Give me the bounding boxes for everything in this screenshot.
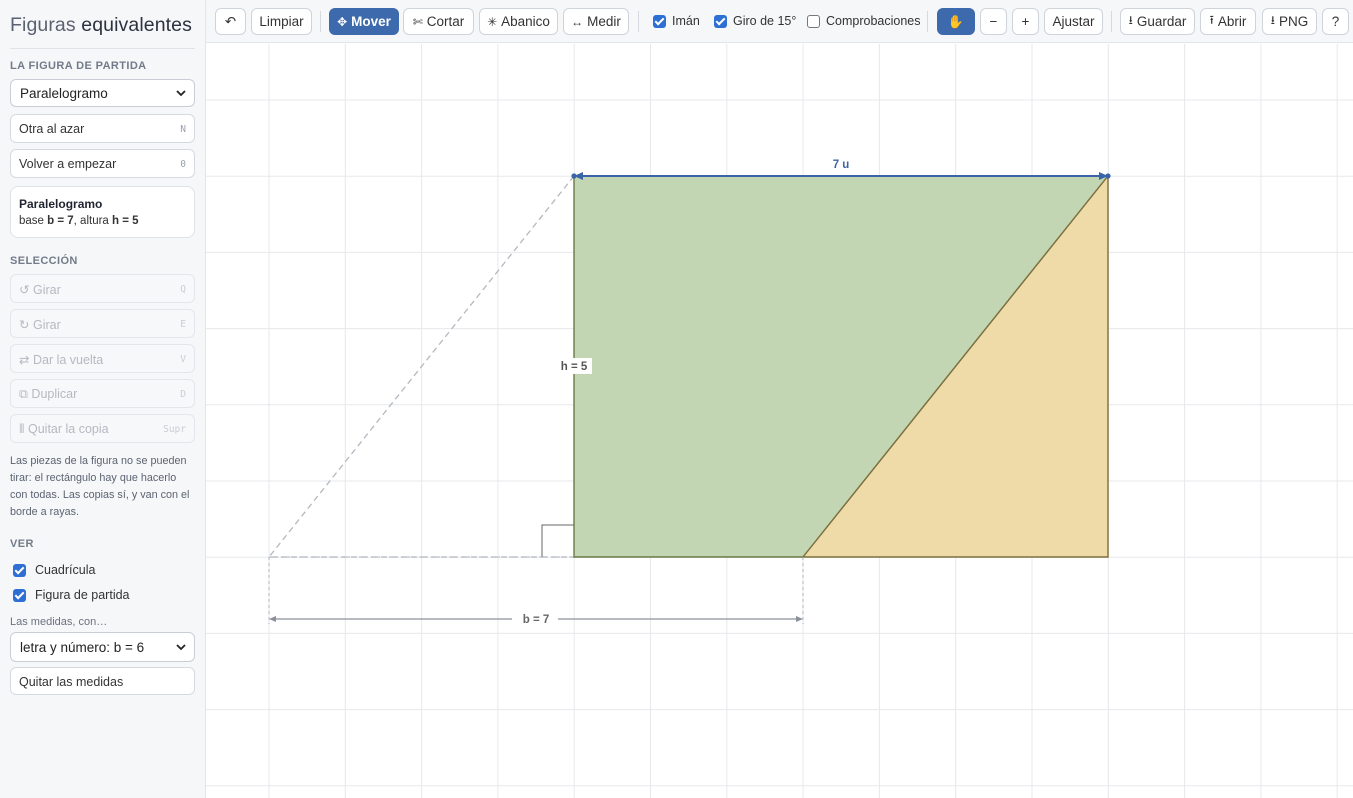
trash-icon: ⦀	[19, 422, 25, 436]
download-icon: ⭳	[1128, 13, 1133, 27]
shape-select[interactable]: Paralelogramo	[10, 79, 195, 107]
clear-button[interactable]: Limpiar	[251, 8, 312, 35]
selection-section-heading: SELECCIÓN	[10, 255, 78, 267]
cut-tool-button[interactable]: ✄ Cortar	[403, 8, 474, 35]
help-button[interactable]: ?	[1322, 8, 1349, 35]
rotate-right-icon: ↻	[19, 318, 30, 332]
shape-info-card: Paralelogramo base b = 7, altura h = 5	[10, 186, 195, 238]
grid-toggle[interactable]: Cuadrícula	[10, 561, 195, 579]
height-label: h = 5	[561, 361, 588, 373]
flip-button[interactable]: ⇄ Dar la vuelta V	[10, 344, 195, 373]
toolbar-divider	[320, 11, 321, 32]
zoom-out-button[interactable]: −	[980, 8, 1007, 35]
chevron-down-icon	[176, 644, 186, 651]
snap15-toggle[interactable]: Giro de 15°	[714, 14, 796, 28]
base-measure-label: b = 7	[523, 614, 550, 626]
rotate-left-icon: ↺	[19, 283, 30, 297]
toolbar: ↶ Limpiar ✥ Mover ✄ Cortar ✳ Abanico ↔ Medir…	[206, 0, 1353, 43]
top-measure-label: 7 u	[833, 159, 850, 171]
start-shape-toggle[interactable]: Figura de partida	[10, 586, 195, 604]
magnet-checkbox[interactable]	[653, 14, 666, 28]
shortcut-0: 0	[180, 159, 186, 170]
move-tool-button[interactable]: ✥ Mover	[329, 8, 399, 35]
fan-icon: ✳	[487, 14, 498, 29]
restart-button[interactable]: Volver a empezar 0	[10, 149, 195, 178]
remove-copy-button[interactable]: ⦀ Quitar la copia Supr	[10, 414, 195, 443]
measure-arrows-icon: ↔	[571, 14, 584, 29]
right-angle-marker	[541, 524, 574, 557]
undo-button[interactable]: ↶	[215, 8, 246, 35]
hand-icon: ✋	[947, 13, 965, 29]
fit-button[interactable]: Ajustar	[1044, 8, 1103, 35]
move-icon: ✥	[337, 14, 348, 29]
remove-measures-button[interactable]: Quitar las medidas	[10, 667, 195, 695]
measures-select[interactable]: letra y número: b = 6	[10, 632, 195, 662]
sidebar: Figuras equivalentes LA FIGURA DE PARTID…	[0, 0, 206, 798]
scissors-icon: ✄	[412, 14, 423, 29]
open-button[interactable]: ⭱ Abrir	[1200, 8, 1256, 35]
measures-label: Las medidas, con…	[10, 616, 108, 628]
zoom-in-button[interactable]: +	[1012, 8, 1039, 35]
shape-info-dimensions: base b = 7, altura h = 5	[19, 215, 139, 227]
shape-select-value: Paralelogramo	[20, 86, 108, 101]
top-measure: 7 u	[571, 159, 1111, 180]
pan-tool-button[interactable]: ✋	[937, 8, 975, 35]
download-icon: ⭳	[1270, 13, 1275, 27]
toolbar-divider	[1111, 11, 1112, 32]
png-export-button[interactable]: ⭳ PNG	[1262, 8, 1317, 35]
measure-tool-button[interactable]: ↔ Medir	[563, 8, 629, 35]
chevron-down-icon	[176, 90, 186, 97]
start-shape-checkbox[interactable]	[13, 588, 26, 602]
canvas[interactable]: 7 u h = 5 b = 7	[206, 44, 1353, 798]
duplicate-icon: ⧉	[19, 387, 28, 401]
save-button[interactable]: ⭳ Guardar	[1120, 8, 1195, 35]
upload-icon: ⭱	[1209, 13, 1214, 27]
snap15-checkbox[interactable]	[714, 14, 727, 28]
view-section-heading: VER	[10, 538, 34, 550]
app-title: Figuras equivalentes	[10, 14, 192, 36]
pieces-note: Las piezas de la figura no se pueden tir…	[10, 455, 190, 518]
duplicate-button[interactable]: ⧉ Duplicar D	[10, 379, 195, 408]
base-measure: b = 7	[268, 556, 804, 626]
checks-toggle[interactable]: Comprobaciones	[807, 14, 921, 28]
shortcut-n: N	[180, 124, 186, 135]
random-shape-button[interactable]: Otra al azar N	[10, 114, 195, 143]
fan-tool-button[interactable]: ✳ Abanico	[479, 8, 558, 35]
title-divider	[10, 48, 195, 49]
magnet-toggle[interactable]: Imán	[653, 14, 700, 28]
shape-info-title: Paralelogramo	[19, 197, 103, 211]
rotate-left-button[interactable]: ↺ Girar Q	[10, 274, 195, 303]
checks-checkbox[interactable]	[807, 14, 820, 28]
flip-icon: ⇄	[19, 353, 30, 367]
undo-icon: ↶	[224, 13, 237, 29]
rotate-right-button[interactable]: ↻ Girar E	[10, 309, 195, 338]
start-section-heading: LA FIGURA DE PARTIDA	[10, 60, 147, 72]
measures-select-value: letra y número: b = 6	[20, 640, 145, 655]
toolbar-divider	[927, 11, 928, 32]
toolbar-divider	[638, 11, 639, 32]
grid-checkbox[interactable]	[13, 563, 26, 577]
